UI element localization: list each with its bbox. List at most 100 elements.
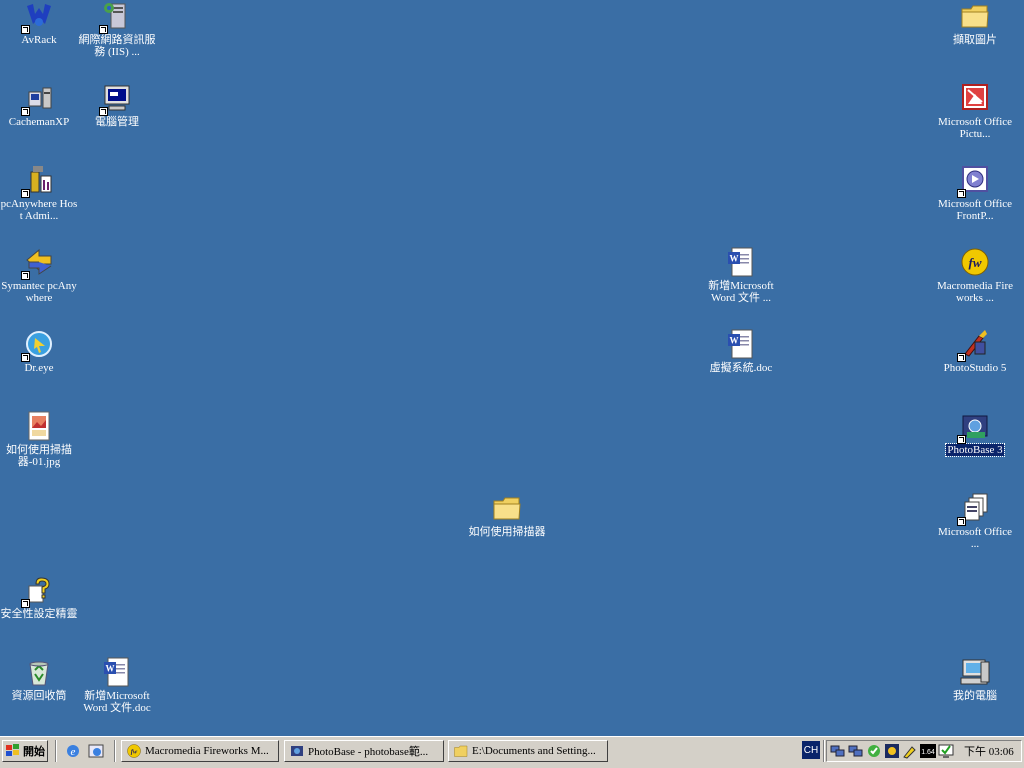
desktop-icon-cachemanxp[interactable]: CachemanXP [0,82,79,128]
version-badge-icon[interactable]: 1.64 [920,743,936,759]
taskbar-separator [823,740,825,762]
network-icon-2[interactable] [848,743,864,759]
desktop-icon-label: 擷取圖片 [953,34,997,46]
desktop-icon-label: CachemanXP [8,116,70,128]
shortcut-arrow-icon [99,25,108,34]
shortcut-arrow-icon [957,189,966,198]
desktop-icon-label: Microsoft Office Pictu... [937,116,1013,140]
shortcut-arrow-icon [21,599,30,608]
task-label: Macromedia Fireworks M... [145,745,269,757]
desktop-icon-photostudio[interactable]: PhotoStudio 5 [935,328,1015,374]
folder-icon [493,497,521,520]
windows-logo-icon [6,744,19,756]
shortcut-arrow-icon [21,271,30,280]
desktop-icon-photobase[interactable]: PhotoBase 3 [935,410,1015,457]
desktop-icon-scanner-jpg[interactable]: 如何使用掃描器-01.jpg [0,410,79,468]
taskbar: 開始 e fw Macromedia Fireworks M... PhotoB… [0,736,1024,768]
shortcut-arrow-icon [957,517,966,526]
desktop-icon-label: 新增Microsoft Word 文件.doc [83,690,151,714]
task-button-explorer[interactable]: E:\Documents and Setting... [448,740,608,762]
desktop-icon-label: 網際網路資訊服務 (IIS) ... [78,34,156,58]
taskbar-separator [114,740,116,762]
desktop-icon-computer-management[interactable]: 電腦管理 [77,82,157,128]
shortcut-arrow-icon [957,353,966,362]
desktop-icon-capture-pictures[interactable]: 擷取圖片 [935,0,1015,46]
desktop-icon-label: Dr.eye [24,362,54,374]
desktop-icon-label: 虛擬系統.doc [709,362,773,374]
internet-explorer-icon: e [67,745,79,758]
start-button[interactable]: 開始 [2,740,48,762]
desktop-icon-label: 資源回收筒 [11,690,67,702]
desktop-icon-scanner-folder[interactable]: 如何使用掃描器 [467,492,547,538]
desktop-icon-avrack[interactable]: AvRack [0,0,79,46]
ie-quick-icon [88,744,104,758]
fireworks-icon: fw [127,744,141,758]
svg-text:fw: fw [969,255,982,270]
task-label: E:\Documents and Setting... [472,745,596,757]
desktop-icon-virtual-system-doc[interactable]: W 虛擬系統.doc [701,328,781,374]
word-doc-icon: W [728,247,753,277]
desktop-icon-label: Microsoft Office ... [937,526,1013,550]
audio-icon[interactable] [884,743,900,759]
language-indicator[interactable]: CH [802,741,820,759]
shortcut-arrow-icon [21,353,30,362]
desktop-icon-new-word-doc[interactable]: W 新增Microsoft Word 文件.doc [77,656,157,714]
image-file-icon [28,411,50,441]
shortcut-arrow-icon [21,189,30,198]
network-icon[interactable] [830,743,846,759]
my-computer-icon [960,659,990,685]
desktop-icon-security-wizard[interactable]: 安全性設定精靈 [0,574,79,620]
word-doc-icon: W [104,657,129,687]
start-label: 開始 [23,746,45,758]
photobase-icon [291,746,303,756]
desktop-icon-label: 新增Microsoft Word 文件 ... [708,280,774,304]
recycle-bin-icon [29,661,49,686]
clock[interactable]: 下午 03:06 [964,743,1014,759]
desktop-icon-label: 如何使用掃描器 [468,526,546,538]
svg-text:W: W [730,336,739,346]
desktop-icon-label: 我的電腦 [953,690,997,702]
shortcut-arrow-icon [99,107,108,116]
desktop-icon-label: Macromedia Fireworks ... [936,280,1014,304]
desktop-icon-recycle-bin[interactable]: 資源回收筒 [0,656,79,702]
task-label: PhotoBase - photobase範... [308,746,429,758]
folder-icon [454,745,468,757]
pen-tool-icon[interactable] [902,743,918,759]
tray-badge-text: 1.64 [921,749,935,756]
desktop-icon-label: PhotoBase 3 [945,443,1005,457]
desktop-icon-label: AvRack [21,34,57,46]
desktop-icon-dreye[interactable]: Dr.eye [0,328,79,374]
display-check-icon[interactable] [938,743,954,759]
desktop[interactable]: AvRack 網際網路資訊服務 (IIS) ... CachemanXP 電腦管… [0,0,1024,736]
system-tray: 1.64 下午 03:06 [826,740,1022,762]
desktop-icon-new-word-doc-2[interactable]: W 新增Microsoft Word 文件 ... [701,246,781,304]
quick-launch-ie-2[interactable] [86,741,106,761]
desktop-icon-label: 電腦管理 [95,116,139,128]
desktop-icon-iis[interactable]: 網際網路資訊服務 (IIS) ... [77,0,157,58]
taskbar-separator [55,740,57,762]
shortcut-arrow-icon [957,435,966,444]
folder-icon [961,5,989,28]
desktop-icon-office-tools[interactable]: Microsoft Office ... [935,492,1015,550]
office-picture-icon [962,84,988,110]
svg-text:fw: fw [131,749,138,756]
desktop-icon-pcanywhere-host[interactable]: pcAnywhere Host Admi... [0,164,79,222]
shortcut-arrow-icon [21,107,30,116]
desktop-icon-label: pcAnywhere Host Admi... [0,198,78,222]
desktop-icon-label: PhotoStudio 5 [943,362,1007,374]
desktop-icon-symantec-pcanywhere[interactable]: Symantec pcAnywhere [0,246,79,304]
desktop-icon-fireworks[interactable]: fw Macromedia Fireworks ... [935,246,1015,304]
desktop-icon-office-frontpage[interactable]: Microsoft Office FrontP... [935,164,1015,222]
desktop-icon-label: Microsoft Office FrontP... [937,198,1013,222]
shortcut-arrow-icon [21,25,30,34]
antivirus-icon[interactable] [866,743,882,759]
desktop-icon-office-picture[interactable]: Microsoft Office Pictu... [935,82,1015,140]
task-button-fireworks[interactable]: fw Macromedia Fireworks M... [121,740,279,762]
svg-text:W: W [730,254,739,264]
word-doc-icon: W [728,329,753,359]
task-button-photobase[interactable]: PhotoBase - photobase範... [284,740,444,762]
svg-text:W: W [106,664,115,674]
desktop-icon-my-computer[interactable]: 我的電腦 [935,656,1015,702]
quick-launch-ie[interactable]: e [63,741,83,761]
fireworks-icon: fw [961,248,989,276]
